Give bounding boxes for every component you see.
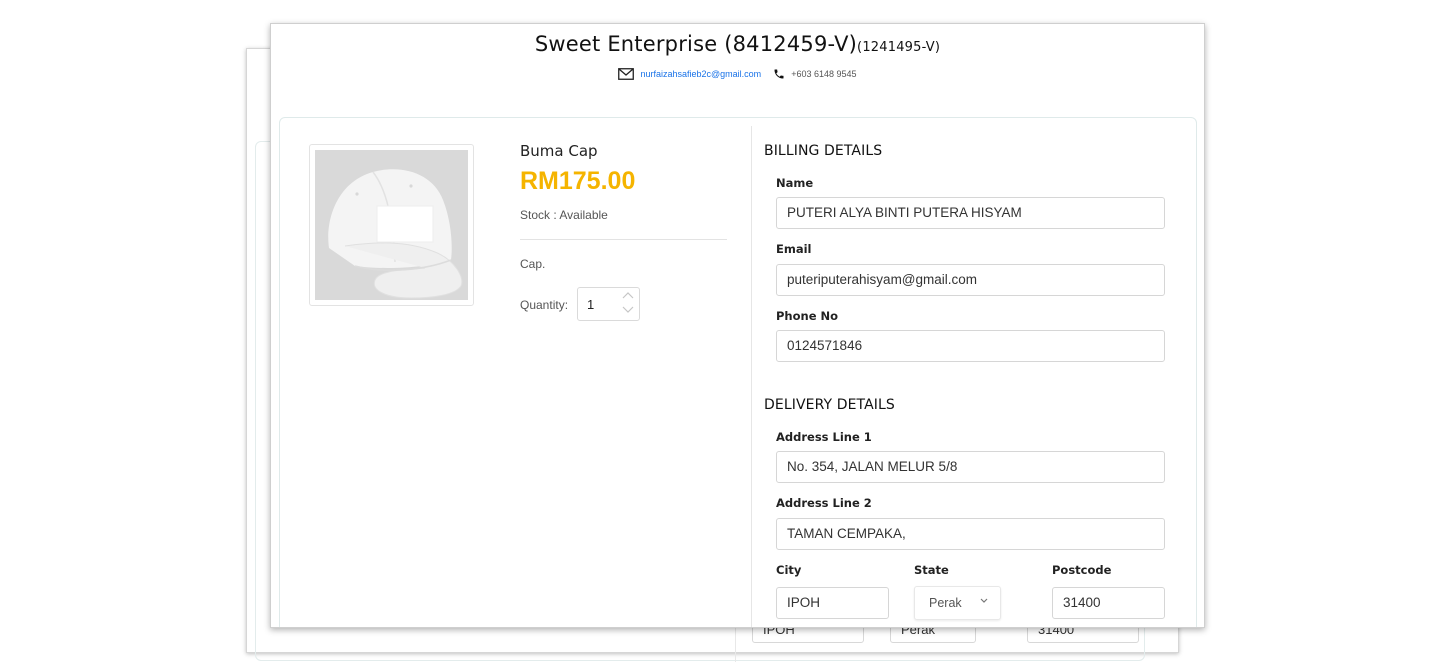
column-divider [751, 126, 752, 627]
phone-icon [773, 68, 785, 80]
quantity-label: Quantity: [520, 298, 569, 312]
address-line-2-label: Address Line 2 [776, 496, 872, 510]
checkout-window: Sweet Enterprise (8412459-V)(1241495-V) … [270, 23, 1205, 628]
address-line-1-field[interactable]: No. 354, JALAN MELUR 5/8 [776, 451, 1165, 483]
checkout-card: Buma Cap RM175.00 Stock : Available Cap.… [279, 117, 1197, 627]
product-separator [520, 239, 727, 240]
product-name: Buma Cap [520, 142, 598, 160]
chevron-up-icon[interactable] [622, 291, 634, 303]
phone-label: Phone No [776, 309, 839, 323]
envelope-icon [618, 68, 635, 80]
quantity-value[interactable]: 1 [587, 297, 594, 312]
email-field[interactable]: puteriputerahisyam@gmail.com [776, 264, 1165, 296]
product-stock-status: Stock : Available [520, 208, 608, 222]
address-line-1-label: Address Line 1 [776, 430, 872, 444]
billing-details-heading: BILLING DETAILS [764, 143, 883, 159]
contact-row: nurfaizahsafieb2c@gmail.com +603 6148 95… [271, 68, 1204, 80]
state-label: State [914, 563, 949, 577]
store-email-link[interactable]: nurfaizahsafieb2c@gmail.com [640, 69, 761, 79]
address-line-2-field[interactable]: TAMAN CEMPAKA, [776, 518, 1165, 550]
postcode-field[interactable]: 31400 [1052, 587, 1165, 619]
store-registration: (1241495-V) [857, 40, 941, 55]
cap-photo-icon [315, 150, 468, 300]
store-phone: +603 6148 9545 [791, 69, 857, 79]
state-select-value: Perak [929, 596, 962, 610]
delivery-details-heading: DELIVERY DETAILS [764, 397, 895, 413]
phone-field[interactable]: 0124571846 [776, 330, 1165, 362]
store-title: Sweet Enterprise (8412459-V)(1241495-V) [271, 32, 1204, 56]
postcode-label: Postcode [1052, 563, 1112, 577]
name-label: Name [776, 176, 814, 190]
chevron-down-icon [980, 596, 988, 606]
email-label: Email [776, 242, 812, 256]
chevron-down-icon[interactable] [622, 306, 634, 318]
quantity-stepper[interactable]: 1 [577, 287, 640, 321]
product-price: RM175.00 [520, 167, 636, 195]
store-header: Sweet Enterprise (8412459-V)(1241495-V) … [271, 24, 1204, 114]
store-name: Sweet Enterprise (8412459-V) [534, 32, 858, 56]
city-field[interactable]: IPOH [776, 587, 889, 619]
state-select[interactable]: Perak [914, 586, 1001, 620]
city-label: City [776, 563, 802, 577]
product-image [309, 144, 474, 306]
name-field[interactable]: PUTERI ALYA BINTI PUTERA HISYAM [776, 197, 1165, 229]
product-description: Cap. [520, 257, 546, 271]
